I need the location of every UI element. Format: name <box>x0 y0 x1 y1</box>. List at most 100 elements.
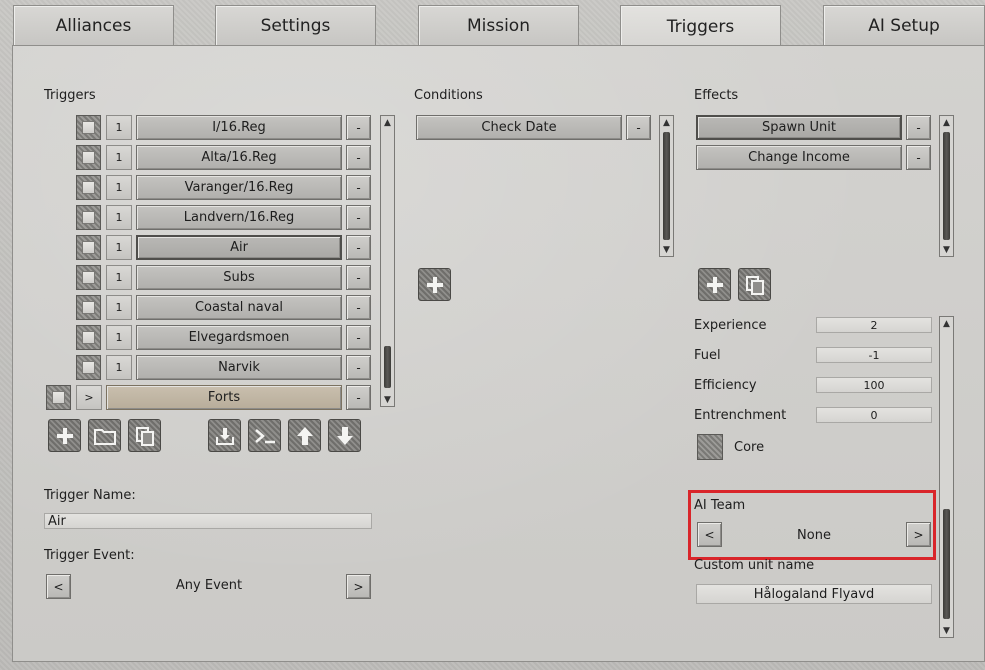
trigger-event-next-button[interactable]: > <box>346 574 371 599</box>
add-trigger-button[interactable] <box>48 419 81 452</box>
trigger-remove-button[interactable]: - <box>346 175 371 200</box>
trigger-item[interactable]: Elvegardsmoen <box>136 325 342 350</box>
trigger-remove-button[interactable]: - <box>346 205 371 230</box>
trigger-item-selected[interactable]: Air <box>136 235 342 260</box>
scroll-thumb[interactable] <box>663 132 670 240</box>
condition-remove-button[interactable]: - <box>626 115 651 140</box>
trigger-item[interactable]: Subs <box>136 265 342 290</box>
entrenchment-label: Entrenchment <box>694 408 787 423</box>
scroll-up-icon[interactable]: ▲ <box>660 116 673 129</box>
effect-remove-button[interactable]: - <box>906 145 931 170</box>
trigger-item[interactable]: Varanger/16.Reg <box>136 175 342 200</box>
core-label: Core <box>734 440 765 455</box>
tab-alliances[interactable]: Alliances <box>13 5 174 45</box>
scroll-up-icon[interactable]: ▲ <box>940 116 953 129</box>
add-effect-button[interactable] <box>698 268 731 301</box>
fuel-label: Fuel <box>694 348 721 363</box>
trigger-enable-checkbox[interactable] <box>76 295 101 320</box>
trigger-remove-button[interactable]: - <box>346 355 371 380</box>
trigger-group-item[interactable]: Forts <box>106 385 342 410</box>
entrenchment-input[interactable]: 0 <box>816 407 932 423</box>
move-up-button[interactable] <box>288 419 321 452</box>
copy-icon <box>135 426 154 446</box>
scroll-down-icon[interactable]: ▼ <box>660 243 673 256</box>
trigger-enable-checkbox[interactable] <box>76 265 101 290</box>
trigger-remove-button[interactable]: - <box>346 385 371 410</box>
trigger-event-prev-button[interactable]: < <box>46 574 71 599</box>
scroll-up-icon[interactable]: ▲ <box>940 317 953 330</box>
trigger-enable-checkbox[interactable] <box>76 115 101 140</box>
scroll-down-icon[interactable]: ▼ <box>940 243 953 256</box>
scroll-down-icon[interactable]: ▼ <box>381 393 394 406</box>
trigger-count: 1 <box>106 325 132 350</box>
scroll-up-icon[interactable]: ▲ <box>381 116 394 129</box>
efficiency-label: Efficiency <box>694 378 757 393</box>
ai-team-next-button[interactable]: > <box>906 522 931 547</box>
experience-label: Experience <box>694 318 767 333</box>
conditions-scrollbar[interactable]: ▲ ▼ <box>659 115 674 257</box>
tab-mission[interactable]: Mission <box>418 5 579 45</box>
copy-icon <box>745 275 764 295</box>
trigger-count: 1 <box>106 295 132 320</box>
effects-scrollbar[interactable]: ▲ ▼ <box>939 115 954 257</box>
tab-settings[interactable]: Settings <box>215 5 376 45</box>
effect-item[interactable]: Change Income <box>696 145 902 170</box>
ai-team-prev-button[interactable]: < <box>697 522 722 547</box>
trigger-item[interactable]: Alta/16.Reg <box>136 145 342 170</box>
trigger-remove-button[interactable]: - <box>346 295 371 320</box>
triggers-scrollbar[interactable]: ▲ ▼ <box>380 115 395 407</box>
copy-effect-button[interactable] <box>738 268 771 301</box>
trigger-item[interactable]: Landvern/16.Reg <box>136 205 342 230</box>
trigger-enable-checkbox[interactable] <box>76 355 101 380</box>
trigger-enable-checkbox[interactable] <box>76 205 101 230</box>
arrow-down-icon <box>336 426 353 445</box>
trigger-count: 1 <box>106 355 132 380</box>
scroll-thumb[interactable] <box>943 509 950 619</box>
trigger-count: 1 <box>106 265 132 290</box>
trigger-item[interactable]: I/16.Reg <box>136 115 342 140</box>
trigger-name-input[interactable]: Air <box>44 513 372 529</box>
script-console-button[interactable] <box>248 419 281 452</box>
effect-params-scrollbar[interactable]: ▲ ▼ <box>939 316 954 638</box>
effect-item-selected[interactable]: Spawn Unit <box>696 115 902 140</box>
trigger-remove-button[interactable]: - <box>346 265 371 290</box>
ai-team-value: None <box>797 528 831 543</box>
open-folder-button[interactable] <box>88 419 121 452</box>
trigger-item[interactable]: Narvik <box>136 355 342 380</box>
tab-triggers[interactable]: Triggers <box>620 5 781 47</box>
trigger-remove-button[interactable]: - <box>346 115 371 140</box>
trigger-enable-checkbox[interactable] <box>76 325 101 350</box>
trigger-remove-button[interactable]: - <box>346 235 371 260</box>
arrow-up-icon <box>296 426 313 445</box>
experience-input[interactable]: 2 <box>816 317 932 333</box>
trigger-count: 1 <box>106 205 132 230</box>
add-condition-button[interactable] <box>418 268 451 301</box>
efficiency-input[interactable]: 100 <box>816 377 932 393</box>
move-down-button[interactable] <box>328 419 361 452</box>
trigger-item[interactable]: Coastal naval <box>136 295 342 320</box>
trigger-name-label: Trigger Name: <box>44 488 136 503</box>
plus-icon <box>56 427 73 444</box>
trigger-count: 1 <box>106 145 132 170</box>
trigger-group-checkbox[interactable] <box>46 385 71 410</box>
effect-remove-button[interactable]: - <box>906 115 931 140</box>
fuel-input[interactable]: -1 <box>816 347 932 363</box>
import-button[interactable] <box>208 419 241 452</box>
scroll-thumb[interactable] <box>384 346 391 388</box>
trigger-enable-checkbox[interactable] <box>76 175 101 200</box>
custom-unit-name-input[interactable]: Hålogaland Flyavd <box>696 584 932 604</box>
scroll-thumb[interactable] <box>943 132 950 240</box>
scroll-down-icon[interactable]: ▼ <box>940 624 953 637</box>
trigger-enable-checkbox[interactable] <box>76 235 101 260</box>
core-checkbox[interactable] <box>697 434 723 460</box>
group-expand-button[interactable]: > <box>76 385 102 410</box>
trigger-remove-button[interactable]: - <box>346 325 371 350</box>
trigger-event-value: Any Event <box>175 578 243 593</box>
terminal-icon <box>254 428 275 443</box>
trigger-enable-checkbox[interactable] <box>76 145 101 170</box>
trigger-remove-button[interactable]: - <box>346 145 371 170</box>
condition-item[interactable]: Check Date <box>416 115 622 140</box>
trigger-count: 1 <box>106 175 132 200</box>
tab-ai-setup[interactable]: AI Setup <box>823 5 985 45</box>
copy-trigger-button[interactable] <box>128 419 161 452</box>
